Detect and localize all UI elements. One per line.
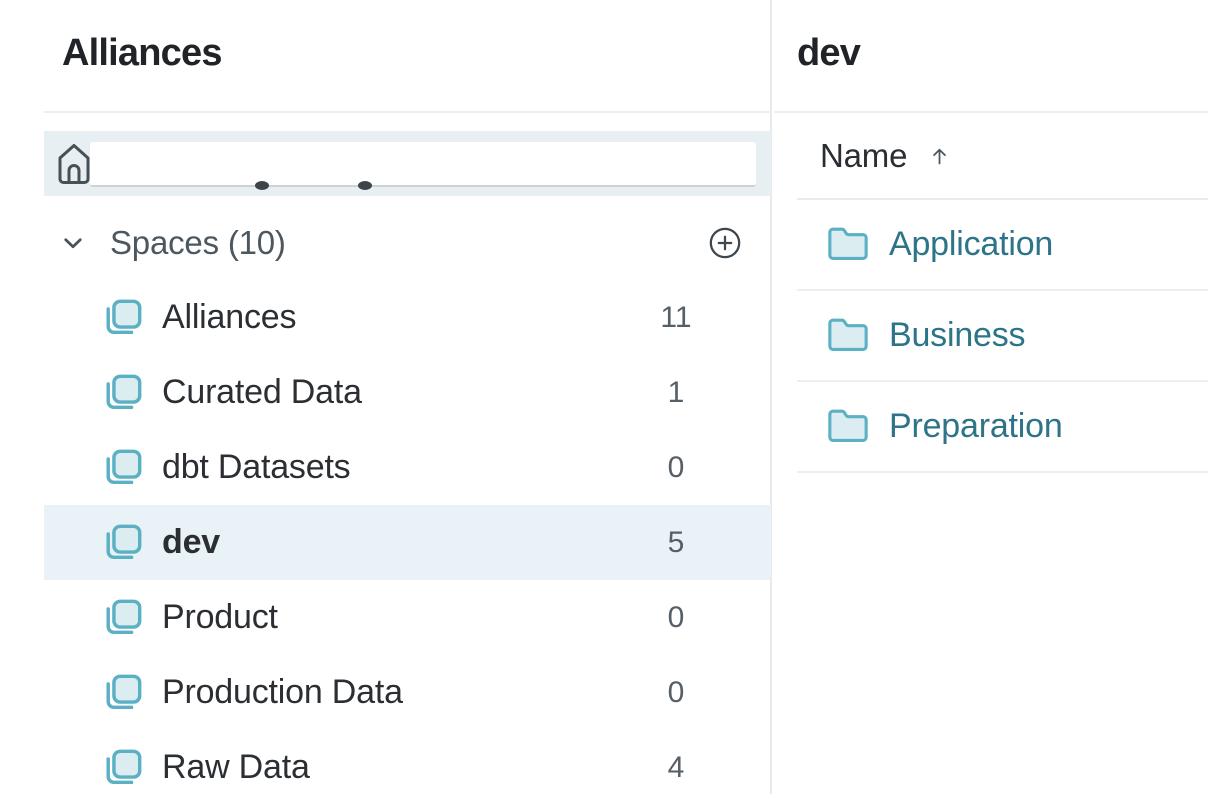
sidebar-space-item[interactable]: dbt Datasets 0: [44, 430, 771, 505]
folder-row[interactable]: Business: [797, 291, 1208, 382]
space-icon: [102, 522, 144, 564]
spaces-section-label: Spaces (10): [110, 224, 286, 262]
space-title: dev: [797, 30, 860, 76]
contents-table: Name Application Business: [797, 113, 1208, 473]
folder-list: Application Business Preparation: [797, 200, 1208, 473]
space-dataset-count: 0: [646, 601, 706, 635]
chevron-down-icon[interactable]: [58, 228, 88, 258]
space-icon: [102, 597, 144, 639]
home-breadcrumb-row[interactable]: [44, 131, 771, 196]
folder-link[interactable]: Application: [889, 225, 1053, 264]
space-dataset-count: 5: [646, 526, 706, 560]
redaction-artifact: [358, 181, 372, 190]
redacted-label-overlay: [90, 142, 756, 187]
home-icon: [57, 142, 91, 191]
space-dataset-count: 0: [646, 676, 706, 710]
name-column-header[interactable]: Name: [797, 113, 1208, 200]
folder-icon: [821, 223, 875, 267]
name-column-label: Name: [820, 137, 907, 175]
app-window: Alliances Spaces (10): [0, 0, 1208, 794]
space-icon: [102, 672, 144, 714]
space-dataset-count: 0: [646, 451, 706, 485]
plus-circle-icon: [708, 226, 742, 260]
divider: [44, 111, 772, 113]
page-title: Alliances: [62, 30, 222, 76]
space-name: dbt Datasets: [162, 448, 351, 487]
folder-row[interactable]: Application: [797, 200, 1208, 291]
sidebar-space-item[interactable]: Product 0: [44, 580, 771, 655]
folder-icon: [821, 405, 875, 449]
space-dataset-count: 4: [646, 751, 706, 785]
folder-link[interactable]: Business: [889, 316, 1025, 355]
add-space-button[interactable]: [708, 226, 742, 260]
space-name: Curated Data: [162, 373, 362, 412]
spaces-sidebar: Alliances Spaces (10): [0, 0, 772, 794]
spaces-section-header: Spaces (10): [44, 211, 771, 275]
sidebar-space-item[interactable]: Raw Data 4: [44, 730, 771, 794]
folder-row[interactable]: Preparation: [797, 382, 1208, 473]
sidebar-space-item[interactable]: Curated Data 1: [44, 355, 771, 430]
space-icon: [102, 372, 144, 414]
space-icon: [102, 447, 144, 489]
arrow-up-icon: [929, 142, 950, 170]
space-name: Production Data: [162, 673, 403, 712]
sidebar-space-item[interactable]: Alliances 11: [44, 280, 771, 355]
sidebar-space-item[interactable]: dev 5: [44, 505, 771, 580]
space-icon: [102, 297, 144, 339]
space-dataset-count: 11: [646, 301, 706, 335]
space-content-panel: dev Name Application Business: [774, 0, 1208, 794]
space-name: dev: [162, 523, 220, 562]
folder-icon: [821, 314, 875, 358]
spaces-list: Alliances 11 Curated Data 1 dbt Datasets…: [44, 280, 771, 794]
folder-link[interactable]: Preparation: [889, 407, 1063, 446]
space-name: Product: [162, 598, 278, 637]
redaction-artifact: [255, 181, 269, 190]
space-dataset-count: 1: [646, 376, 706, 410]
sidebar-space-item[interactable]: Production Data 0: [44, 655, 771, 730]
space-icon: [102, 747, 144, 789]
space-name: Raw Data: [162, 748, 310, 787]
space-name: Alliances: [162, 298, 296, 337]
